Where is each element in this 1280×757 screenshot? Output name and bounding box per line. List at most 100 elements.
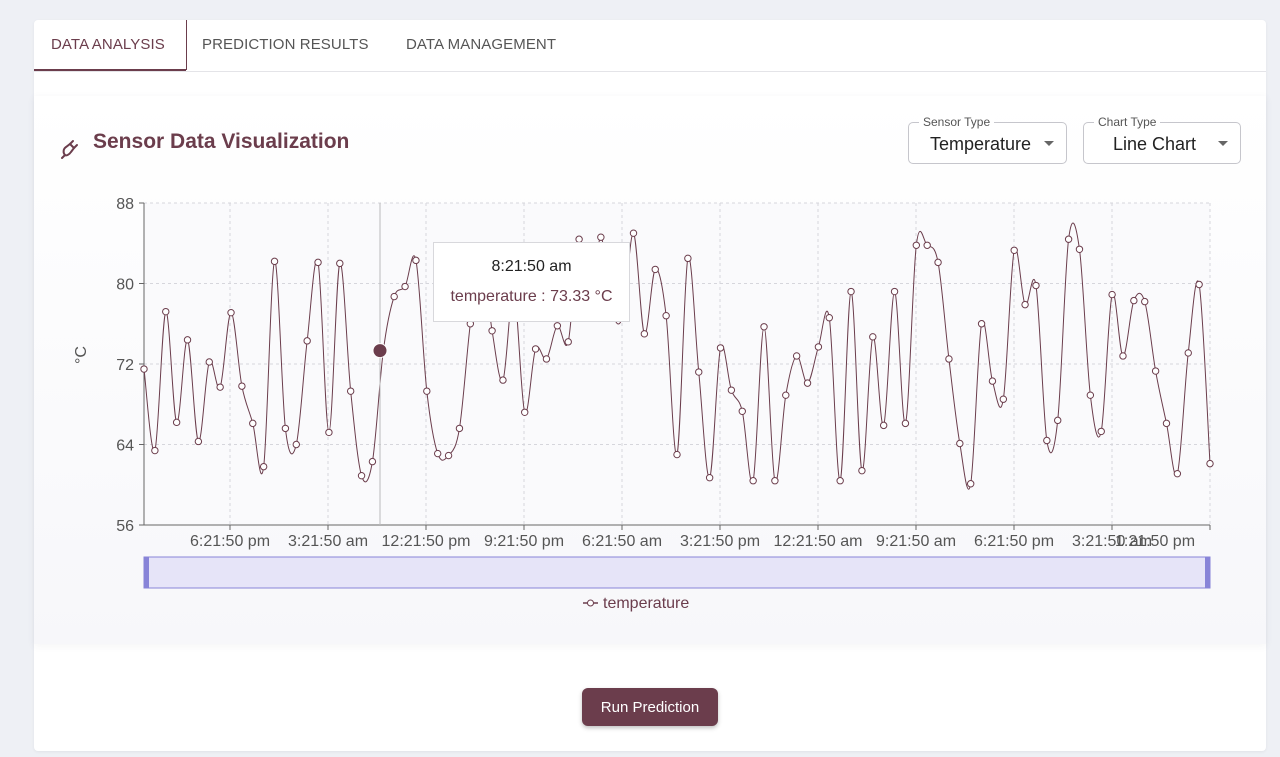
data-point xyxy=(433,449,442,458)
data-point xyxy=(673,450,681,459)
chart-legend: temperature xyxy=(583,595,689,612)
data-point xyxy=(988,377,997,385)
data-point xyxy=(999,395,1008,403)
x-tick-label: 1:21:50 pm xyxy=(1115,533,1195,550)
data-point xyxy=(259,462,268,471)
x-tick-label: 6:21:50 pm xyxy=(190,533,270,550)
data-point xyxy=(183,336,192,344)
data-point xyxy=(901,419,910,428)
data-point xyxy=(1075,245,1084,253)
data-point xyxy=(172,418,181,427)
data-point xyxy=(847,287,855,296)
brush-track[interactable] xyxy=(143,556,1211,589)
data-point xyxy=(890,287,899,296)
data-point xyxy=(1021,300,1029,309)
data-point xyxy=(1054,416,1062,425)
data-point xyxy=(977,320,986,328)
data-point xyxy=(705,474,714,482)
data-point xyxy=(151,446,159,455)
data-point xyxy=(542,355,551,363)
data-point xyxy=(368,457,377,466)
data-point xyxy=(869,333,877,341)
data-point xyxy=(1130,296,1138,305)
data-point xyxy=(1119,352,1127,360)
data-point xyxy=(771,477,779,485)
data-point xyxy=(249,419,257,428)
y-tick-label: 64 xyxy=(116,438,134,455)
data-point xyxy=(923,241,931,249)
data-point xyxy=(455,424,464,433)
data-point xyxy=(444,451,453,460)
data-point xyxy=(749,477,757,485)
data-point xyxy=(357,471,366,480)
data-point xyxy=(521,408,529,416)
data-point xyxy=(346,387,355,395)
data-point xyxy=(695,368,703,376)
data-point xyxy=(205,358,213,366)
data-point xyxy=(792,352,801,360)
data-point xyxy=(836,477,844,485)
data-point xyxy=(1086,391,1095,399)
data-point xyxy=(814,343,823,351)
data-point xyxy=(412,256,420,265)
brush-handle-right[interactable] xyxy=(1205,557,1210,588)
data-point xyxy=(162,307,170,316)
y-tick-label: 80 xyxy=(116,277,134,294)
data-point xyxy=(531,345,540,353)
data-point xyxy=(423,387,431,395)
data-point xyxy=(1162,419,1171,428)
data-point xyxy=(499,376,507,384)
data-point xyxy=(303,337,311,345)
data-point xyxy=(140,365,148,373)
data-point xyxy=(1108,290,1116,299)
data-point xyxy=(684,254,692,263)
data-point xyxy=(651,265,659,274)
data-point xyxy=(270,257,279,266)
data-point xyxy=(934,258,942,267)
x-tick-label: 3:21:50 am xyxy=(288,533,368,550)
temperature-chart: 56 64 72 80 88 6:21:50 pm 3:21:50 am 12:21:50 p… xyxy=(73,196,1214,612)
data-point xyxy=(716,344,725,352)
data-point xyxy=(238,382,246,390)
data-point xyxy=(390,292,398,301)
data-point xyxy=(629,229,638,237)
data-point xyxy=(597,233,605,241)
data-point xyxy=(782,391,790,399)
data-point xyxy=(956,439,964,448)
data-point xyxy=(194,437,203,446)
data-point xyxy=(325,428,333,437)
data-point xyxy=(1141,297,1149,306)
data-point xyxy=(825,314,833,322)
data-point xyxy=(1195,280,1203,289)
data-point xyxy=(1184,349,1192,357)
brush-handle-left[interactable] xyxy=(144,557,149,588)
x-tick-label: 9:21:50 pm xyxy=(484,533,564,550)
chart-grid xyxy=(144,202,1211,525)
y-tick-label: 88 xyxy=(116,196,134,213)
data-point xyxy=(314,258,322,267)
data-point xyxy=(858,466,866,475)
data-point xyxy=(1010,246,1018,254)
data-point xyxy=(1173,469,1182,478)
x-tick-label: 6:21:50 pm xyxy=(974,533,1054,550)
x-tick-label: 3:21:50 pm xyxy=(680,533,760,550)
data-point xyxy=(803,379,812,387)
data-point xyxy=(640,330,649,338)
data-point xyxy=(1097,427,1105,436)
y-tick-label: 56 xyxy=(116,518,134,535)
data-point xyxy=(336,259,344,268)
brush-range-selector[interactable] xyxy=(143,556,1211,589)
data-point xyxy=(1032,281,1040,290)
data-point xyxy=(1043,436,1051,445)
tooltip-value: temperature : 73.33 °C xyxy=(450,288,613,305)
data-point xyxy=(662,312,670,320)
y-tick-label: 72 xyxy=(116,357,134,374)
run-prediction-button[interactable]: Run Prediction xyxy=(582,688,718,726)
data-point xyxy=(1206,459,1214,468)
data-point xyxy=(401,282,409,291)
data-point xyxy=(564,338,572,346)
legend-marker xyxy=(587,599,594,607)
x-tick-label: 9:21:50 am xyxy=(876,533,956,550)
data-point xyxy=(488,327,496,335)
data-point xyxy=(216,383,224,391)
